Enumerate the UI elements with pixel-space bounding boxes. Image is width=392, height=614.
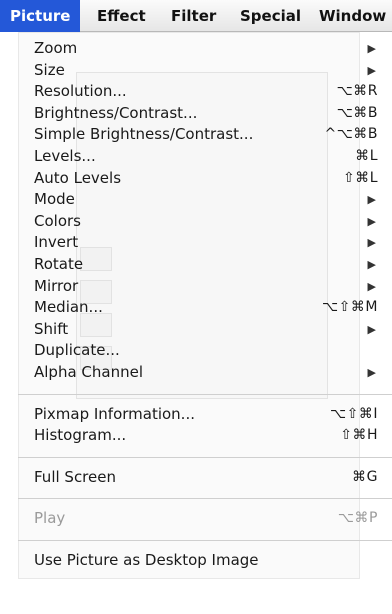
menu-item-shortcut: ^⌥⌘B <box>324 126 378 143</box>
menu-item-duplicate[interactable]: Duplicate... <box>18 340 392 362</box>
menu-separator <box>18 393 392 395</box>
menubar-filter[interactable]: Filter <box>161 0 226 32</box>
picture-menu-dropdown: Zoom ▶ Size ▶ Resolution... ⌥⌘R Brightness/Con… <box>18 32 392 614</box>
menu-item-mode[interactable]: Mode ▶ <box>18 189 392 211</box>
menu-item-label: Invert <box>34 233 79 252</box>
menu-item-histogram[interactable]: Histogram... ⇧⌘H <box>18 425 392 447</box>
menu-item-shortcut: ⌥⌘B <box>336 104 378 121</box>
submenu-arrow-icon: ▶ <box>367 322 376 336</box>
menu-item-shortcut: ⌘G <box>352 468 378 485</box>
menu-item-full-screen[interactable]: Full Screen ⌘G <box>18 467 392 489</box>
submenu-arrow-icon: ▶ <box>367 193 376 207</box>
menu-item-invert[interactable]: Invert ▶ <box>18 232 392 254</box>
menu-item-shortcut: ⌘L <box>355 147 378 164</box>
menu-item-shortcut: ⌥⌘P <box>337 510 378 527</box>
menu-item-label: Zoom <box>34 39 78 57</box>
menu-item-label: Shift <box>34 319 69 338</box>
submenu-arrow-icon: ▶ <box>367 365 376 379</box>
menu-item-label: Levels... <box>34 146 96 165</box>
menu-separator <box>18 539 392 541</box>
menu-item-label: Colors <box>34 211 81 230</box>
menu-item-label: Use Picture as Desktop Image <box>34 550 259 569</box>
menu-item-shortcut: ⌥⇧⌘I <box>330 405 378 422</box>
menu-item-label: Resolution... <box>34 82 127 101</box>
menu-item-zoom[interactable]: Zoom ▶ <box>18 38 392 60</box>
menu-item-colors[interactable]: Colors ▶ <box>18 211 392 233</box>
menu-item-label: Full Screen <box>34 467 116 486</box>
menu-item-label: Play <box>34 509 66 528</box>
menubar-effect[interactable]: Effect <box>87 0 156 32</box>
menu-separator <box>18 498 392 500</box>
menu-item-label: Pixmap Information... <box>34 404 195 423</box>
submenu-arrow-icon: ▶ <box>367 63 376 77</box>
menu-item-label: Histogram... <box>34 426 127 445</box>
menu-item-auto-levels[interactable]: Auto Levels ⇧⌘L <box>18 168 392 190</box>
menubar-window[interactable]: Window <box>309 0 392 32</box>
menu-item-label: Median... <box>34 298 103 317</box>
menu-item-label: Auto Levels <box>34 168 122 187</box>
submenu-arrow-icon: ▶ <box>367 257 376 271</box>
menu-item-shortcut: ⇧⌘L <box>342 169 378 186</box>
menu-item-size[interactable]: Size ▶ <box>18 60 392 82</box>
menu-item-label: Mirror <box>34 276 79 295</box>
menubar-special[interactable]: Special <box>230 0 311 32</box>
menu-item-simple-brightness-contrast[interactable]: Simple Brightness/Contrast... ^⌥⌘B <box>18 124 392 146</box>
menubar-picture[interactable]: Picture <box>0 0 81 32</box>
submenu-arrow-icon: ▶ <box>367 279 376 293</box>
menu-item-label: Simple Brightness/Contrast... <box>34 125 254 144</box>
menu-item-median[interactable]: Median... ⌥⇧⌘M <box>18 297 392 319</box>
menu-item-pixmap-information[interactable]: Pixmap Information... ⌥⇧⌘I <box>18 404 392 426</box>
menu-item-label: Alpha Channel <box>34 362 143 381</box>
submenu-arrow-icon: ▶ <box>367 236 376 250</box>
menu-item-label: Size <box>34 60 65 79</box>
menu-item-play: Play ⌥⌘P <box>18 508 392 530</box>
menu-item-label: Rotate <box>34 254 84 273</box>
menu-item-use-picture-as-desktop-image[interactable]: Use Picture as Desktop Image <box>18 550 392 572</box>
menu-item-levels[interactable]: Levels... ⌘L <box>18 146 392 168</box>
menu-item-alpha-channel[interactable]: Alpha Channel ▶ <box>18 362 392 384</box>
menu-item-shortcut: ⇧⌘H <box>340 427 378 444</box>
submenu-arrow-icon: ▶ <box>367 42 376 55</box>
menu-item-mirror[interactable]: Mirror ▶ <box>18 276 392 298</box>
menu-separator <box>18 456 392 458</box>
menu-item-shift[interactable]: Shift ▶ <box>18 319 392 341</box>
menu-item-resolution[interactable]: Resolution... ⌥⌘R <box>18 81 392 103</box>
menu-item-shortcut: ⌥⇧⌘M <box>322 299 378 316</box>
menu-item-rotate[interactable]: Rotate ▶ <box>18 254 392 276</box>
menu-item-label: Duplicate... <box>34 341 120 360</box>
menu-item-label: Brightness/Contrast... <box>34 103 198 122</box>
menu-item-brightness-contrast[interactable]: Brightness/Contrast... ⌥⌘B <box>18 103 392 125</box>
menu-item-shortcut: ⌥⌘R <box>336 83 378 100</box>
menu-items: Zoom ▶ Size ▶ Resolution... ⌥⌘R Brightness/Con… <box>18 32 392 571</box>
menu-bar: Picture Effect Filter Special Window <box>0 0 392 32</box>
submenu-arrow-icon: ▶ <box>367 214 376 228</box>
menu-item-label: Mode <box>34 190 75 209</box>
